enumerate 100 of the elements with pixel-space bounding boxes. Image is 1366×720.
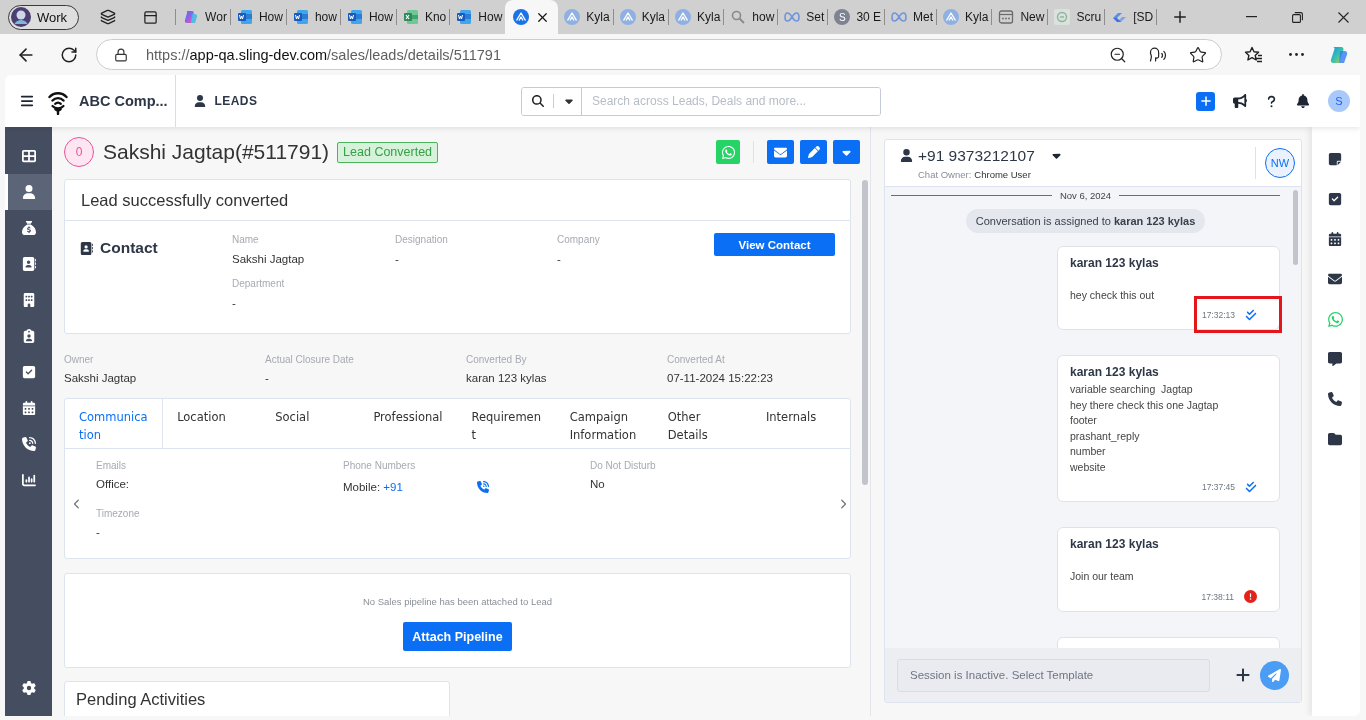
- field-value: No: [590, 477, 606, 492]
- message-sender: karan 123 kylas: [1070, 254, 1160, 271]
- field-value: Sakshi Jagtap: [64, 371, 138, 386]
- folder-icon: [1328, 432, 1342, 446]
- browser-tab[interactable]: How: [450, 0, 506, 34]
- browser-tab[interactable]: Wor: [177, 0, 230, 34]
- empty-message: No Sales pipeline has been attached to Lead: [362, 596, 553, 608]
- favorites-button[interactable]: [1244, 45, 1263, 64]
- email-button[interactable]: [767, 140, 794, 164]
- browser-tab[interactable]: Scru: [1048, 0, 1105, 34]
- envelope-icon: [774, 145, 787, 159]
- phone-icon: [21, 437, 36, 451]
- mountain-logo-icon: [513, 9, 530, 25]
- plus-icon: [1235, 667, 1251, 683]
- phone-link[interactable]: +91: [383, 481, 403, 493]
- date-separator: Nov 6, 2024: [1059, 189, 1112, 201]
- more-button[interactable]: [1289, 53, 1304, 56]
- browser-tab[interactable]: Kyla: [613, 0, 668, 34]
- search-scope-button[interactable]: [522, 87, 582, 115]
- details-tab[interactable]: Professional: [359, 399, 458, 448]
- lead-title: Sakshi Jagtap(#511791): [103, 140, 330, 164]
- address-bar[interactable]: https://app-qa.sling-dev.com/sales/leads/details/511791: [96, 39, 1222, 70]
- announcements-button[interactable]: [1233, 94, 1247, 108]
- view-contact-button[interactable]: View Contact: [714, 233, 835, 256]
- pencil-icon: [807, 146, 820, 158]
- browser-tab[interactable]: how: [286, 0, 340, 34]
- assistant-button[interactable]: [1329, 44, 1349, 65]
- attach-button[interactable]: [1235, 667, 1251, 683]
- mountain-logo-icon: [943, 9, 960, 25]
- infinity-icon: [891, 9, 908, 25]
- field-label: Name: [232, 233, 260, 247]
- workspaces-button[interactable]: [100, 9, 117, 25]
- details-tab[interactable]: Social: [261, 399, 360, 448]
- field-label: Department: [232, 277, 286, 291]
- swirl-logo-icon: [183, 9, 200, 25]
- paper-plane-icon: [1268, 668, 1281, 682]
- infinity-icon: [784, 9, 801, 25]
- browser-tab[interactable]: New: [992, 0, 1048, 34]
- browser-tab[interactable]: [505, 0, 559, 34]
- details-tab[interactable]: Campaign Information: [555, 399, 654, 448]
- help-icon: [1265, 94, 1278, 108]
- bar-chart-icon: [21, 473, 36, 487]
- envelope-icon: [1328, 272, 1342, 286]
- phone-call-icon[interactable]: [477, 481, 489, 493]
- field-label: Designation: [395, 233, 449, 247]
- agent-avatar: NW: [1265, 148, 1295, 178]
- browser-tab[interactable]: [SD: [1105, 0, 1157, 34]
- details-tab[interactable]: Communication: [65, 399, 164, 448]
- browser-tab[interactable]: Kyla: [669, 0, 724, 34]
- close-icon: [1337, 11, 1349, 23]
- search-field[interactable]: Search across Leads, Deals and more...: [521, 86, 881, 116]
- notifications-button[interactable]: [1296, 94, 1310, 108]
- more-actions-button[interactable]: [833, 140, 860, 164]
- star-icon: [1189, 45, 1207, 64]
- chevron-left-icon: [71, 498, 82, 509]
- tab-actions-button[interactable]: [143, 9, 159, 25]
- favorite-button[interactable]: [1189, 45, 1207, 64]
- note-icon: [1328, 152, 1342, 166]
- browser-tab[interactable]: How: [340, 0, 396, 34]
- edit-button[interactable]: [800, 140, 827, 164]
- menu-button[interactable]: [20, 94, 34, 108]
- browser-tab[interactable]: Met: [885, 0, 937, 34]
- field-value: -: [265, 371, 270, 386]
- add-button[interactable]: [1196, 91, 1215, 111]
- zoom-button[interactable]: [1109, 45, 1127, 64]
- speech-bubble-icon: [1328, 352, 1342, 366]
- send-button[interactable]: [1260, 660, 1289, 690]
- help-button[interactable]: [1265, 94, 1278, 108]
- field-label: Emails: [96, 459, 127, 473]
- panel-icon: [143, 9, 159, 25]
- field-label: Owner: [64, 353, 95, 367]
- read-aloud-button[interactable]: [1149, 45, 1167, 64]
- scrollbar-thumb[interactable]: [1293, 190, 1298, 265]
- browser-tab[interactable]: Set: [778, 0, 828, 34]
- search-icon: [730, 9, 747, 25]
- field-value: 07-11-2024 15:22:23: [667, 371, 774, 386]
- browser-tab[interactable]: Kyla: [937, 0, 992, 34]
- details-tab[interactable]: Other Details: [653, 399, 752, 448]
- mountain-logo-icon: [619, 9, 636, 25]
- browser-tab[interactable]: how: [724, 0, 778, 34]
- browser-tab[interactable]: S 30 E: [828, 0, 885, 34]
- browser-tab[interactable]: Kno: [396, 0, 450, 34]
- message-time: 17:32:13: [1201, 310, 1235, 320]
- field-label: Company: [557, 233, 601, 247]
- browser-tab[interactable]: How: [230, 0, 286, 34]
- profile-button[interactable]: Work: [8, 4, 80, 30]
- field-label: Phone Numbers: [343, 459, 417, 473]
- nav-item[interactable]: [5, 174, 52, 210]
- details-tab[interactable]: Requirement: [457, 399, 556, 448]
- scrollbar-thumb[interactable]: [862, 180, 868, 485]
- checkbox-icon: [1328, 192, 1342, 206]
- field-value: Office:: [96, 477, 131, 492]
- details-tab[interactable]: Internals: [751, 399, 850, 448]
- details-tab[interactable]: Location: [163, 399, 262, 448]
- more-icon: [1289, 53, 1304, 56]
- reload-button[interactable]: [60, 45, 78, 64]
- restore-icon: [1291, 11, 1303, 23]
- attach-pipeline-button[interactable]: Attach Pipeline: [403, 622, 512, 651]
- field-value: -: [557, 252, 562, 267]
- browser-tab[interactable]: Kyla: [558, 0, 613, 34]
